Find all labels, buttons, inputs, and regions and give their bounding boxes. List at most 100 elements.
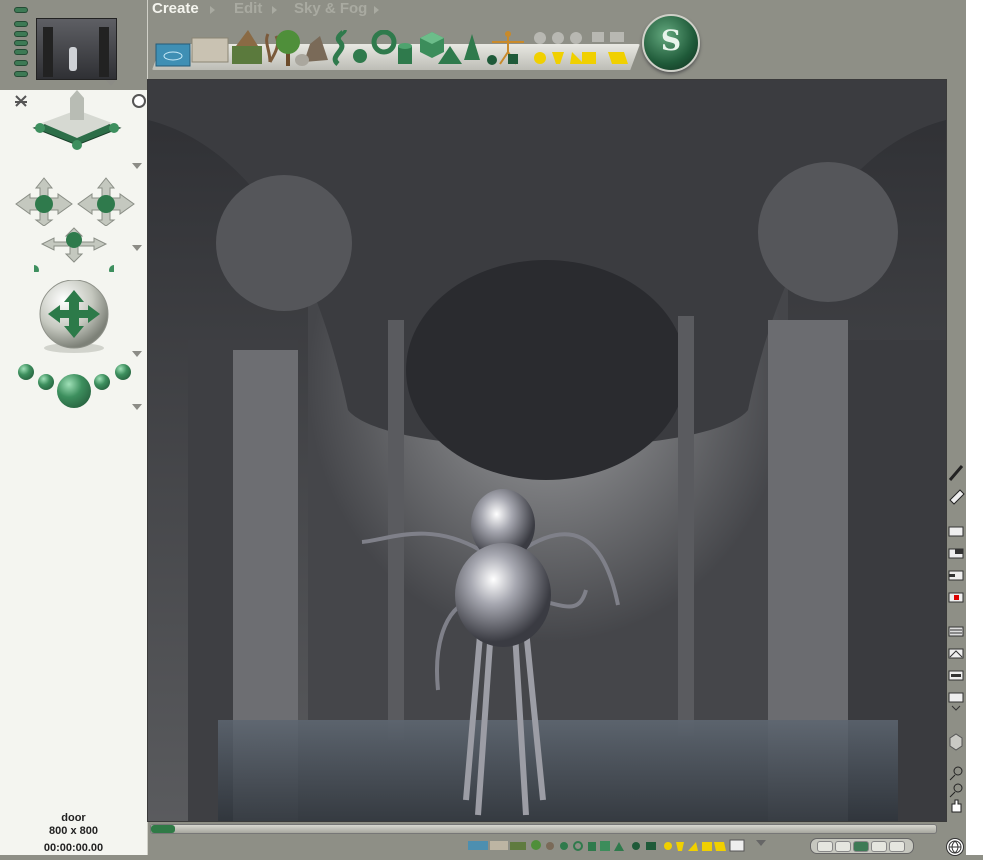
scene-time: 00:00:00.00: [43, 842, 104, 854]
move-dropdown-icon[interactable]: [132, 245, 142, 251]
pan-hand-icon[interactable]: [951, 799, 962, 813]
menu-create[interactable]: Create: [152, 0, 199, 17]
mini-cube-icon[interactable]: [600, 841, 610, 851]
zoom-dropdown-icon[interactable]: [132, 404, 142, 410]
torus-icon[interactable]: [371, 30, 397, 55]
cone-icon[interactable]: [464, 34, 480, 60]
mini-plane-icon[interactable]: [646, 842, 656, 850]
rewind-button[interactable]: [817, 841, 833, 852]
zoom-step-3[interactable]: [94, 374, 110, 390]
plant-icon[interactable]: [265, 33, 280, 63]
mini-cylinder-icon[interactable]: [588, 842, 596, 851]
step-forward-button[interactable]: [871, 841, 887, 852]
mini-ground-icon[interactable]: [490, 841, 508, 850]
box-light-icon[interactable]: [608, 32, 628, 64]
playback-controls: [810, 838, 914, 854]
right-tool-strip: [946, 0, 966, 855]
options-icon[interactable]: [948, 626, 964, 637]
mini-cone-icon[interactable]: [614, 842, 624, 851]
area-light-icon[interactable]: [570, 32, 584, 64]
preview-dropdown-icon[interactable]: [106, 80, 116, 86]
mini-area-light-icon[interactable]: [688, 842, 698, 851]
stone-icon[interactable]: [295, 54, 309, 66]
cylinder-icon[interactable]: [398, 43, 412, 64]
left-round-window: [216, 175, 352, 311]
cube-icon[interactable]: [420, 32, 444, 58]
central-dome: [406, 260, 686, 480]
menu-edit[interactable]: Edit: [234, 0, 262, 17]
mini-terrain-icon[interactable]: [510, 842, 526, 850]
preview-column-right: [99, 27, 109, 77]
app-logo[interactable]: S: [642, 14, 700, 72]
menu-create-arrow-icon: [210, 6, 215, 14]
mini-sphere-icon[interactable]: [560, 842, 568, 850]
render-area-icon[interactable]: [948, 548, 964, 559]
rotate-dropdown-icon[interactable]: [132, 351, 142, 357]
zoom-step-2[interactable]: [38, 374, 54, 390]
zoom-step-1[interactable]: [18, 364, 34, 380]
pencil-icon[interactable]: [948, 465, 964, 481]
mini-torus-icon[interactable]: [573, 841, 583, 851]
camera-slot-7[interactable]: [15, 72, 27, 76]
mini-toolbar-dropdown-icon[interactable]: [756, 840, 766, 846]
zoom-step-4[interactable]: [115, 364, 131, 380]
move-xz-control[interactable]: [14, 176, 74, 227]
sphere-icon[interactable]: [353, 49, 367, 63]
menu-sky-fog[interactable]: Sky & Fog: [294, 0, 367, 17]
mini-cube-light-icon[interactable]: [702, 842, 712, 851]
sphere-light-icon[interactable]: [534, 32, 546, 64]
record-icon[interactable]: [948, 592, 964, 603]
render-icon[interactable]: [948, 526, 964, 537]
camera-slot-6[interactable]: [15, 61, 27, 65]
render-region-icon[interactable]: [948, 570, 964, 581]
camera-target-icon[interactable]: [132, 94, 146, 108]
terrain-icon[interactable]: [232, 30, 262, 64]
zoom-center-ball[interactable]: [57, 374, 91, 408]
camera-preview-thumbnail[interactable]: [36, 18, 117, 80]
menu-sky-fog-arrow-icon: [374, 6, 379, 14]
mini-tree-icon[interactable]: [531, 840, 541, 850]
object-trackball[interactable]: [32, 90, 122, 152]
timeline-current-marker[interactable]: [151, 825, 175, 833]
rotate-trackball[interactable]: [34, 279, 114, 354]
mini-render-icon[interactable]: [729, 839, 745, 852]
cube-light-icon[interactable]: [582, 32, 604, 64]
water-plane-icon[interactable]: [155, 43, 191, 67]
box-object-icon[interactable]: [949, 733, 963, 751]
preview-column-left: [43, 27, 53, 77]
timeline-scrubber[interactable]: [150, 824, 937, 834]
film-icon[interactable]: [948, 670, 964, 681]
camera-slot-3[interactable]: [15, 32, 27, 36]
camera-slot-4[interactable]: [15, 41, 27, 45]
camera-slot-2[interactable]: [15, 22, 27, 26]
ground-plane-icon[interactable]: [191, 37, 229, 63]
step-back-button[interactable]: [835, 841, 851, 852]
mini-create-toolbar: [468, 838, 778, 852]
camera-reset-icon[interactable]: [14, 94, 28, 108]
play-button[interactable]: [853, 841, 869, 852]
move-y-control[interactable]: [29, 226, 119, 275]
eraser-icon[interactable]: [949, 489, 965, 505]
spot-light-icon[interactable]: [552, 32, 564, 64]
mini-water-icon[interactable]: [468, 841, 488, 850]
trackball-dropdown-icon[interactable]: [132, 163, 142, 169]
fast-forward-button[interactable]: [889, 841, 905, 852]
move-xy-control[interactable]: [76, 176, 136, 227]
water-floor: [218, 720, 898, 821]
mini-spot-light-icon[interactable]: [676, 842, 684, 851]
display-icon[interactable]: [948, 692, 964, 711]
torus-knot-icon[interactable]: [332, 30, 347, 66]
camera-slot-5[interactable]: [15, 50, 27, 54]
zoom-in-icon[interactable]: [949, 766, 963, 781]
mini-box-light-icon[interactable]: [714, 842, 726, 851]
mini-sphere-light-icon[interactable]: [664, 842, 672, 850]
inner-left-pillar: [388, 320, 404, 740]
mini-disc-icon[interactable]: [632, 842, 640, 850]
right-round-window: [758, 162, 898, 302]
zoom-out-icon[interactable]: [949, 783, 963, 798]
render-viewport[interactable]: [147, 79, 947, 822]
texture-icon[interactable]: [948, 648, 964, 659]
mini-rock-icon[interactable]: [546, 842, 554, 850]
camera-slot-1[interactable]: [15, 8, 27, 12]
globe-icon[interactable]: [946, 838, 964, 856]
